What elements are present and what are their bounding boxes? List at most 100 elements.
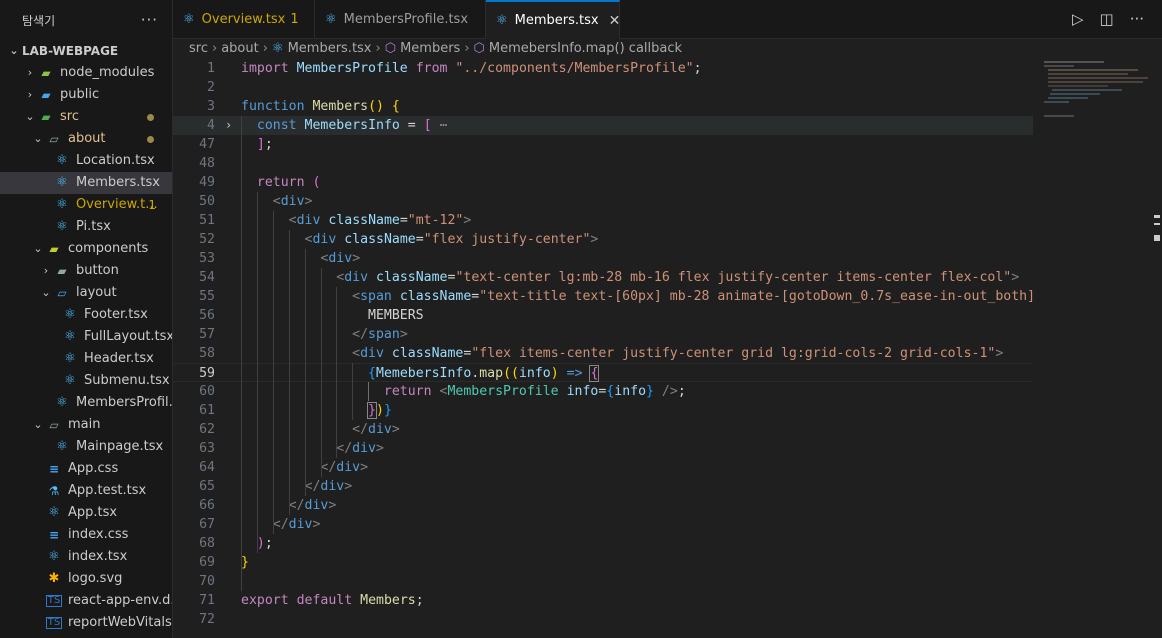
tree-file[interactable]: ⚛ MembersProfil...	[0, 392, 172, 414]
breadcrumb-item[interactable]: about	[221, 39, 259, 59]
line-number: 49	[199, 175, 215, 190]
vertical-scrollbar[interactable]	[1150, 59, 1162, 638]
code-line[interactable]: 50 <div>	[173, 192, 1033, 211]
explorer-sidebar: 탐색기 ··· ⌄ LAB-WEBPAGE › ▰ node_modules › ▰ pu…	[0, 0, 173, 638]
code-text: const MemebersInfo = [ ⋯	[256, 118, 448, 133]
folder-icon: ▱	[49, 418, 59, 432]
tree-folder[interactable]: ⌄ ▱ main	[0, 414, 172, 436]
tree-file[interactable]: ✱ logo.svg	[0, 568, 172, 590]
tree-item-label: Overview.t...	[76, 197, 158, 212]
tree-file[interactable]: TS react-app-env.d.ts	[0, 590, 172, 612]
indent-guide	[256, 192, 258, 553]
code-line[interactable]: 53 <div>	[173, 249, 1033, 268]
code-editor[interactable]: 1 import MembersProfile from "../componen…	[173, 59, 1051, 638]
explorer-header: 탐색기 ···	[0, 0, 172, 40]
more-actions-icon[interactable]: ···	[1130, 10, 1144, 28]
tab-overview[interactable]: ⚛ Overview.tsx 1	[173, 0, 315, 38]
code-line[interactable]: 1 import MembersProfile from "../componen…	[173, 59, 1033, 78]
more-actions-icon[interactable]: ···	[141, 11, 158, 29]
tree-item-label: reportWebVitals....	[68, 615, 172, 630]
fold-chevron-icon[interactable]: ›	[225, 116, 232, 135]
tree-folder[interactable]: ⌄ ▰ src	[0, 106, 172, 128]
tree-folder[interactable]: ⌄ ▱ layout	[0, 282, 172, 304]
line-number: 57	[199, 327, 215, 342]
folder-icon: ▰	[49, 242, 59, 256]
tab-members-profile[interactable]: ⚛ MembersProfile.tsx	[315, 0, 486, 38]
code-line[interactable]: 4 › const MemebersInfo = [ ⋯	[173, 116, 1033, 135]
breadcrumb-item[interactable]: Members	[400, 39, 460, 59]
tree-item-label: components	[68, 241, 149, 256]
code-line[interactable]: 68 );	[173, 534, 1033, 553]
react-icon: ⚛	[56, 175, 68, 190]
tree-item-label: src	[60, 109, 79, 124]
react-icon: ⚛	[56, 153, 68, 168]
code-line[interactable]: 72	[173, 610, 1033, 629]
tree-file[interactable]: ⚛ FullLayout.tsx	[0, 326, 172, 348]
tree-file[interactable]: ⚛ Location.tsx	[0, 150, 172, 172]
scroll-marker	[1154, 223, 1160, 225]
tree-file[interactable]: ⚛ Overview.t... 1	[0, 194, 172, 216]
code-line[interactable]: 57 </span>	[173, 325, 1033, 344]
code-line[interactable]: 71 export default Members;	[173, 591, 1033, 610]
tree-file[interactable]: ⚛ Members.tsx	[0, 172, 172, 194]
code-line[interactable]: 66 </div>	[173, 496, 1033, 515]
code-line[interactable]: 63 </div>	[173, 439, 1033, 458]
code-line[interactable]: 55 <span className="text-title text-[60p…	[173, 287, 1051, 306]
code-text: return <MembersProfile info={info} />;	[383, 384, 686, 399]
run-icon[interactable]: ▷	[1072, 10, 1084, 28]
tree-file[interactable]: ≡ index.css	[0, 524, 172, 546]
breadcrumb-item[interactable]: Members.tsx	[288, 39, 372, 59]
project-root[interactable]: ⌄ LAB-WEBPAGE	[0, 40, 172, 62]
tree-item-label: App.tsx	[68, 505, 118, 520]
code-line[interactable]: 58 <div className="flex items-center jus…	[173, 344, 1033, 363]
code-line[interactable]: 49 return (	[173, 173, 1033, 192]
code-line[interactable]: 2	[173, 78, 1033, 97]
symbol-cube-icon: ⬡	[473, 41, 485, 56]
line-number: 4	[207, 118, 215, 133]
code-line[interactable]: 60 return <MembersProfile info={info} />…	[173, 382, 1033, 401]
tab-members[interactable]: ⚛ Members.tsx ✕	[486, 0, 620, 39]
breadcrumb-item[interactable]: MemebersInfo.map() callback	[489, 39, 682, 59]
editor-actions: ▷ ◫ ···	[1072, 10, 1144, 28]
tree-folder[interactable]: › ▰ button	[0, 260, 172, 282]
tree-item-label: Header.tsx	[84, 351, 154, 366]
code-line[interactable]: 3 function Members() {	[173, 97, 1033, 116]
tree-file[interactable]: ⚗ App.test.tsx	[0, 480, 172, 502]
code-line[interactable]: 62 </div>	[173, 420, 1033, 439]
tree-file[interactable]: ⚛ Footer.tsx	[0, 304, 172, 326]
code-line[interactable]: 52 <div className="flex justify-center">	[173, 230, 1033, 249]
tree-file[interactable]: ⚛ Mainpage.tsx	[0, 436, 172, 458]
code-line[interactable]: 69}	[173, 553, 1033, 572]
code-line[interactable]: 51 <div className="mt-12">	[173, 211, 1033, 230]
tree-file[interactable]: ≡ App.css	[0, 458, 172, 480]
code-line[interactable]: 64 </div>	[173, 458, 1033, 477]
code-line[interactable]: 56 MEMBERS	[173, 306, 1033, 325]
breadcrumb-item[interactable]: src	[189, 39, 208, 59]
code-line[interactable]: 61 })}	[173, 401, 1033, 420]
tree-item-label: public	[60, 87, 100, 102]
tree-folder[interactable]: ⌄ ▱ about	[0, 128, 172, 150]
tree-folder[interactable]: ⌄ ▰ components	[0, 238, 172, 260]
code-line[interactable]: 65 </div>	[173, 477, 1033, 496]
code-line[interactable]: 47 ];	[173, 135, 1033, 154]
code-line[interactable]: 54 <div className="text-center lg:mb-28 …	[173, 268, 1033, 287]
line-number: 3	[207, 99, 215, 114]
tree-file[interactable]: TS reportWebVitals....	[0, 612, 172, 634]
tree-file[interactable]: ⚛ index.tsx	[0, 546, 172, 568]
code-line[interactable]: 48	[173, 154, 1033, 173]
tree-item-label: index.tsx	[68, 549, 128, 564]
tree-folder[interactable]: › ▰ public	[0, 84, 172, 106]
tree-file[interactable]: ⚛ Header.tsx	[0, 348, 172, 370]
tree-file[interactable]: ⚛ App.tsx	[0, 502, 172, 524]
tree-folder[interactable]: › ▰ node_modules	[0, 62, 172, 84]
split-editor-icon[interactable]: ◫	[1100, 10, 1114, 28]
minimap[interactable]	[1034, 59, 1150, 638]
tree-file[interactable]: ⚛ Pi.tsx	[0, 216, 172, 238]
react-icon: ⚛	[64, 307, 76, 322]
code-line[interactable]: 70	[173, 572, 1033, 591]
close-icon[interactable]: ✕	[609, 13, 621, 29]
tree-file[interactable]: ⚛ Submenu.tsx	[0, 370, 172, 392]
chevron-down-icon: ⌄	[33, 132, 43, 145]
code-line[interactable]: 59 {MemebersInfo.map((info) => {	[173, 363, 1033, 382]
code-line[interactable]: 67 </div>	[173, 515, 1033, 534]
